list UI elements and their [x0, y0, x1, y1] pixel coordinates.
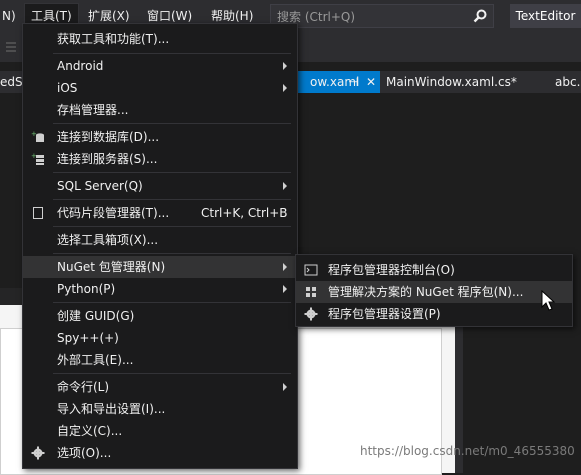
console-icon	[304, 264, 318, 276]
menu-item-label: 选择工具箱项(X)...	[57, 233, 159, 247]
tools-dropdown-menu: 获取工具和功能(T)... Android iOS 存档管理器... + 连接到…	[22, 23, 298, 469]
submenu-arrow-icon	[283, 182, 287, 190]
database-connect-icon: +	[31, 130, 44, 142]
menu-separator	[53, 226, 291, 227]
menu-item-label: Android	[57, 59, 104, 73]
menu-item-label: Spy++(+)	[57, 331, 119, 345]
tab-mainwindow-xaml[interactable]: ow.xaml ⊣ ✕	[290, 71, 380, 93]
menu-separator	[53, 253, 291, 254]
menu-item-create-guid[interactable]: 创建 GUID(G)	[23, 305, 297, 327]
menu-separator	[53, 373, 291, 374]
submenu-arrow-icon	[283, 383, 287, 391]
menu-item-connect-database[interactable]: + 连接到数据库(D)...	[23, 126, 297, 148]
menu-item-command-line[interactable]: 命令行(L)	[23, 376, 297, 398]
submenu-arrow-icon	[283, 62, 287, 70]
menu-item-label: 命令行(L)	[57, 380, 110, 394]
menu-item-label: 存档管理器...	[57, 103, 129, 117]
submenu-item-manage-packages[interactable]: 管理解决方案的 NuGet 程序包(N)...	[296, 281, 572, 303]
menu-item-label: 导入和导出设置(I)...	[57, 402, 166, 416]
menu-item-archive-manager[interactable]: 存档管理器...	[23, 99, 297, 121]
menu-item-label: 外部工具(E)...	[57, 353, 134, 367]
gear-icon	[304, 307, 318, 321]
menu-item-ios[interactable]: iOS	[23, 77, 297, 99]
menu-item-label: 选项(O)...	[57, 446, 112, 460]
menu-item-label: SQL Server(Q)	[57, 179, 143, 193]
menu-item-options[interactable]: 选项(O)...	[23, 442, 297, 464]
menu-separator	[53, 302, 291, 303]
package-icon	[306, 287, 316, 297]
menu-item-label: 自定义(C)...	[57, 424, 123, 438]
menu-separator	[53, 123, 291, 124]
menu-item-label: Python(P)	[57, 282, 116, 296]
menu-item-import-export[interactable]: 导入和导出设置(I)...	[23, 398, 297, 420]
nuget-submenu: 程序包管理器控制台(O) 管理解决方案的 NuGet 程序包(N)... 程序包…	[295, 254, 573, 327]
toolbar-lines-icon[interactable]	[4, 40, 18, 54]
submenu-item-console[interactable]: 程序包管理器控制台(O)	[296, 259, 572, 281]
menu-item-python[interactable]: Python(P)	[23, 278, 297, 300]
menu-item-customize[interactable]: 自定义(C)...	[23, 420, 297, 442]
server-connect-icon: +	[31, 152, 44, 165]
menu-item-label: 连接到服务器(S)...	[57, 152, 158, 166]
menu-item-label: 代码片段管理器(T)...	[57, 206, 170, 220]
menu-item-label: 程序包管理器控制台(O)	[328, 263, 455, 277]
tab-abc[interactable]: abc.p	[549, 71, 581, 93]
submenu-arrow-icon	[283, 84, 287, 92]
menu-item-external-tools[interactable]: 外部工具(E)...	[23, 349, 297, 371]
menu-item-get-tools[interactable]: 获取工具和功能(T)...	[23, 28, 297, 50]
search-icon[interactable]	[473, 9, 487, 23]
watermark: https://blog.csdn.net/m0_46555380	[360, 444, 575, 458]
menu-item-label: 程序包管理器设置(P)	[328, 307, 441, 321]
menu-separator	[53, 53, 291, 54]
menu-item-label: 获取工具和功能(T)...	[57, 32, 170, 46]
gear-icon	[31, 446, 45, 460]
mouse-cursor-icon	[541, 290, 556, 311]
submenu-arrow-icon	[283, 263, 287, 271]
texteditor-button[interactable]: TextEditor	[510, 4, 581, 28]
menu-item-label: iOS	[57, 81, 78, 95]
submenu-item-settings[interactable]: 程序包管理器设置(P)	[296, 303, 572, 325]
menu-item-label: 管理解决方案的 NuGet 程序包(N)...	[328, 285, 524, 299]
menu-item-nuget[interactable]: NuGet 包管理器(N)	[23, 256, 297, 278]
menu-item-snippet-manager[interactable]: 代码片段管理器(T)... Ctrl+K, Ctrl+B	[23, 202, 297, 224]
menu-item-android[interactable]: Android	[23, 55, 297, 77]
search-input[interactable]: 搜索 (Ctrl+Q)	[270, 4, 494, 28]
menu-separator	[53, 172, 291, 173]
pin-icon[interactable]: ⊣	[348, 71, 358, 93]
menu-item-label: 创建 GUID(G)	[57, 309, 135, 323]
menu-item-spy[interactable]: Spy++(+)	[23, 327, 297, 349]
menu-item-choose-toolbox[interactable]: 选择工具箱项(X)...	[23, 229, 297, 251]
menu-item-label: 连接到数据库(D)...	[57, 130, 160, 144]
menu-separator	[53, 199, 291, 200]
menu-partial[interactable]: N)	[0, 4, 22, 28]
menu-item-sql-server[interactable]: SQL Server(Q)	[23, 175, 297, 197]
snippet-icon	[33, 207, 43, 219]
menu-item-connect-server[interactable]: + 连接到服务器(S)...	[23, 148, 297, 170]
submenu-arrow-icon	[283, 285, 287, 293]
tab-mainwindow-cs[interactable]: MainWindow.xaml.cs*	[380, 71, 523, 93]
menu-item-label: NuGet 包管理器(N)	[57, 260, 166, 274]
close-icon[interactable]: ✕	[366, 71, 376, 93]
menu-item-shortcut: Ctrl+K, Ctrl+B	[201, 206, 288, 220]
